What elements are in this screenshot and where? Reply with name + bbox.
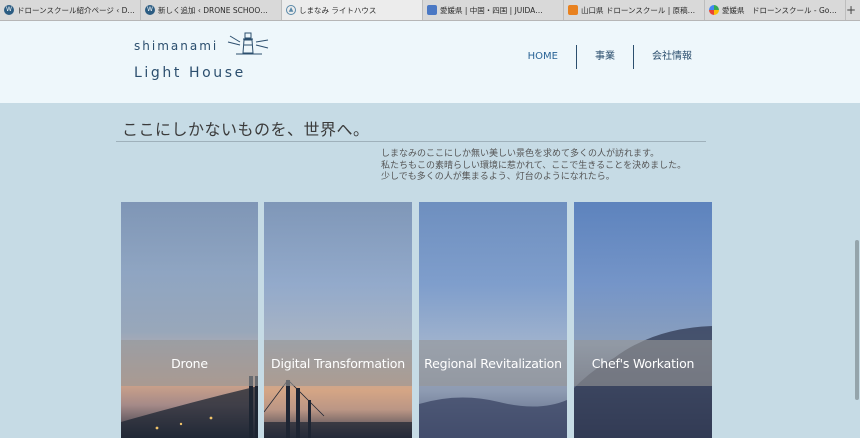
tab-label: 山口県 ドローンスクール | 原稿…: [581, 5, 696, 15]
tab-label: 愛媛県 ドローンスクール - Go…: [722, 5, 837, 15]
browser-tab[interactable]: W 新しく追加 ‹ DRONE SCHOO…: [141, 0, 282, 20]
card-photo-clouds: [419, 397, 567, 438]
browser-tab[interactable]: W ドローンスクール紹介ページ ‹ D…: [0, 0, 141, 20]
nav-home[interactable]: HOME: [510, 45, 576, 69]
tab-label: 愛媛県 | 中国・四国 | JUIDA…: [440, 5, 543, 15]
tab-label: しまなみ ライトハウス: [299, 5, 377, 15]
card-digital-transformation[interactable]: Digital Transformation: [264, 202, 412, 438]
nav-business[interactable]: 事業: [577, 45, 633, 69]
lighthouse-logo-icon[interactable]: [226, 30, 270, 56]
main-nav: HOME 事業 会社情報: [510, 45, 710, 69]
card-label: Regional Revitalization: [424, 355, 562, 371]
page-headline: ここにしかないものを、世界へ。: [122, 120, 370, 139]
browser-tab-active[interactable]: ▲ しまなみ ライトハウス: [282, 0, 423, 20]
card-label-band: Drone: [121, 340, 258, 386]
new-tab-button[interactable]: +: [844, 2, 858, 18]
intro-text: しまなみのここにしか無い美しい景色を求めて多くの人が訪れます。 私たちもこの素晴…: [381, 149, 686, 184]
fire-icon: [568, 5, 578, 15]
card-label-band: Chef's Workation: [574, 340, 712, 386]
card-label: Chef's Workation: [591, 355, 695, 371]
tab-label: ドローンスクール紹介ページ ‹ D…: [17, 5, 135, 15]
maps-icon: [709, 5, 719, 15]
wordpress-icon: W: [4, 5, 14, 15]
card-label: Digital Transformation: [271, 355, 405, 371]
intro-line: 私たちもこの素晴らしい環境に惹かれて、ここで生きることを決めました。: [381, 160, 687, 171]
card-label: Drone: [171, 355, 208, 371]
browser-tab[interactable]: 愛媛県 | 中国・四国 | JUIDA…: [423, 0, 564, 20]
card-label-band: Regional Revitalization: [419, 340, 567, 386]
wordpress-icon: W: [145, 5, 155, 15]
page-scrollbar[interactable]: [854, 104, 860, 438]
scrollbar-thumb[interactable]: [855, 240, 859, 400]
site-header: shimanami Light House HOME 事業 会社情報: [0, 21, 860, 103]
card-drone[interactable]: Drone: [121, 202, 258, 438]
browser-tab[interactable]: 愛媛県 ドローンスクール - Go…: [705, 0, 846, 20]
intro-line: しまなみのここにしか無い美しい景色を求めて多くの人が訪れます。: [381, 149, 660, 159]
page-icon: [427, 5, 437, 15]
card-chefs-workation[interactable]: Chef's Workation: [574, 202, 712, 438]
logo-text-bottom[interactable]: Light House: [134, 65, 246, 81]
tab-label: 新しく追加 ‹ DRONE SCHOO…: [158, 5, 268, 15]
lighthouse-icon: ▲: [286, 5, 296, 15]
browser-tab-bar: W ドローンスクール紹介ページ ‹ D… W 新しく追加 ‹ DRONE SCH…: [0, 0, 860, 21]
card-regional-revitalization[interactable]: Regional Revitalization: [419, 202, 567, 438]
logo-text-top[interactable]: shimanami: [134, 39, 218, 53]
card-label-band: Digital Transformation: [264, 340, 412, 386]
headline-divider: [116, 141, 706, 142]
nav-company-info[interactable]: 会社情報: [634, 45, 710, 69]
intro-line: 少しでも多くの人が集まるよう、灯台のようになれたら。: [381, 172, 615, 182]
browser-tab[interactable]: 山口県 ドローンスクール | 原稿…: [564, 0, 705, 20]
